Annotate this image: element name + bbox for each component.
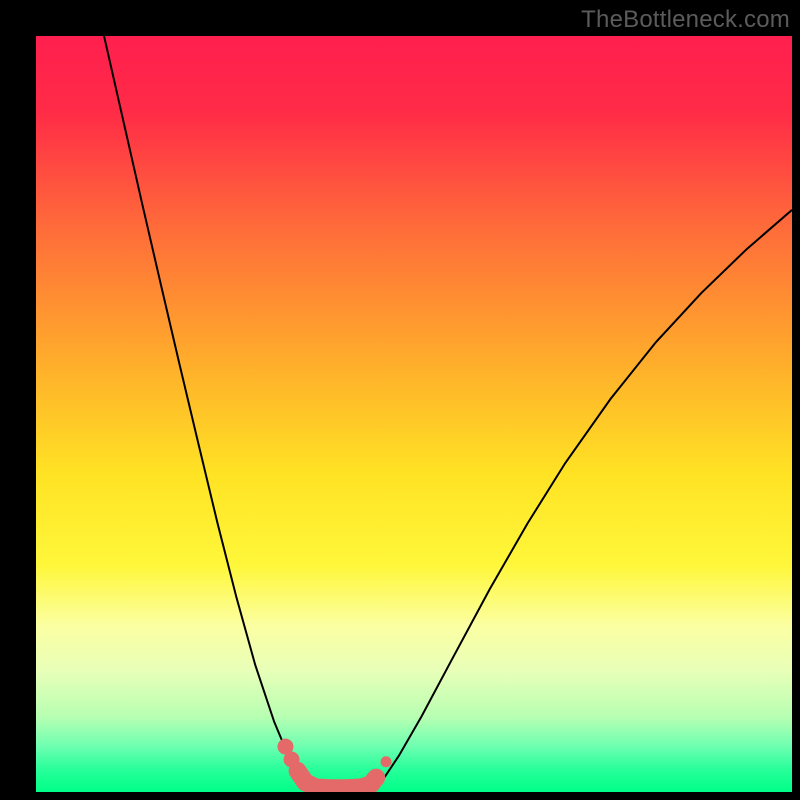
plot-area bbox=[36, 36, 792, 792]
valley-markers bbox=[277, 739, 391, 789]
left-curve bbox=[104, 36, 310, 787]
right-curve bbox=[375, 210, 792, 787]
watermark-text: TheBottleneck.com bbox=[581, 6, 790, 34]
chart-frame: TheBottleneck.com bbox=[0, 0, 800, 800]
curves-layer bbox=[36, 36, 792, 792]
